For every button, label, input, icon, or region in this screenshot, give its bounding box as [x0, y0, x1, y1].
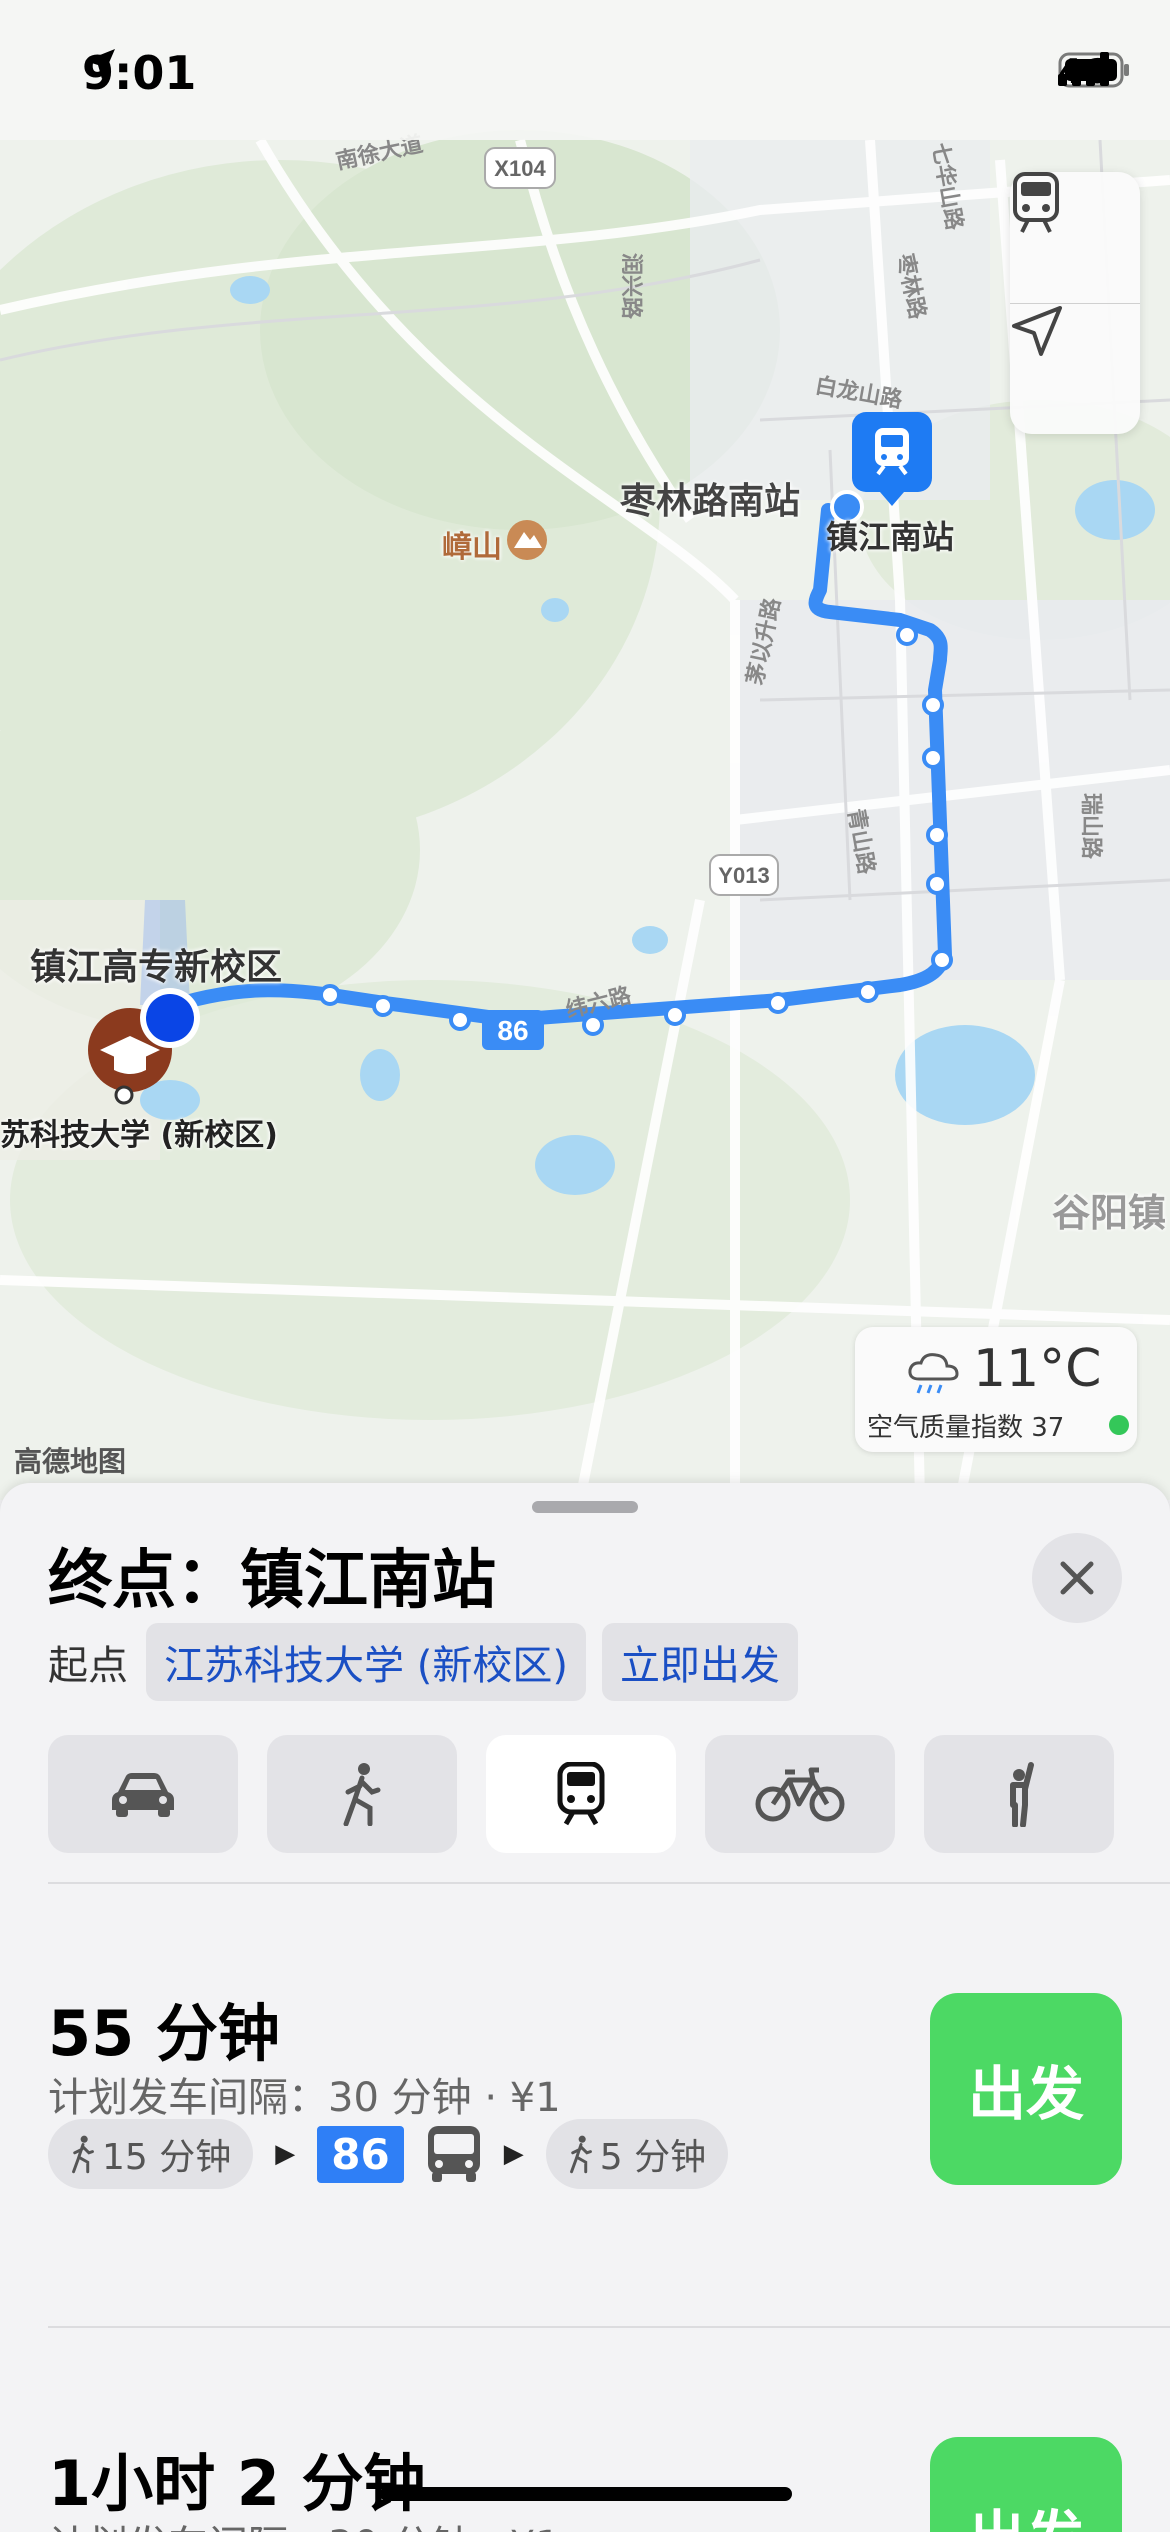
car-icon	[112, 1773, 174, 1817]
status-time: 9:01	[82, 46, 196, 100]
map-label-jiangsu-keji[interactable]: 苏科技大学 (新校区)	[0, 1110, 278, 1154]
depart-time-chip[interactable]: 立即出发	[601, 1623, 798, 1701]
map-label-guyang[interactable]: 谷阳镇	[1052, 1182, 1166, 1237]
travel-mode-selector	[48, 1735, 1114, 1853]
mode-cycle-button[interactable]	[705, 1735, 895, 1853]
battery-icon	[1058, 52, 1130, 88]
y013-shield: Y013	[718, 863, 769, 888]
aqi-status-dot	[1109, 1415, 1129, 1435]
walk-step-after: 5 分钟	[545, 2119, 729, 2189]
walk-step-before: 15 分钟	[48, 2119, 254, 2189]
directions-sheet: 终点：镇江南站 起点 江苏科技大学 (新校区) 立即出发 55 分钟 计划发车间…	[0, 1483, 1170, 2532]
walk-after-duration: 5 分钟	[599, 2137, 707, 2178]
route-bus-badge-label: 86	[497, 1015, 528, 1046]
map-label-runxing-road: 润兴路	[618, 252, 644, 320]
weather-aqi: 空气质量指数 37	[867, 1413, 1065, 1443]
map-canvas[interactable]: 86 X104 Y013	[0, 0, 1170, 1500]
map-label-ruishan-road: 瑞山路	[1078, 792, 1104, 860]
mode-ride-hail-button[interactable]	[924, 1735, 1114, 1853]
bus-line-badge: 86	[317, 2125, 404, 2183]
walk-before-duration: 15 分钟	[102, 2137, 232, 2178]
train-icon	[1013, 172, 1059, 233]
route-option[interactable]: 1小时 2 分钟 计划发车间隔：30 分钟 · ¥1 出发	[48, 2433, 1170, 2532]
map-controls	[1010, 172, 1140, 434]
close-button[interactable]	[1032, 1533, 1122, 1623]
bicycle-icon	[755, 1767, 845, 1822]
map-view[interactable]: 86 X104 Y013 枣林路南站 镇江南站 嶂山 镇江高专新校区 苏科技大学…	[0, 0, 1170, 1500]
location-arrow-icon	[85, 49, 115, 79]
map-label-zhenjiang-south[interactable]: 镇江南站	[826, 512, 954, 558]
step-arrow-icon: ▶	[503, 2139, 524, 2169]
origin-row: 起点 江苏科技大学 (新校区) 立即出发	[48, 1620, 798, 1704]
walking-icon	[72, 2135, 94, 2174]
weather-widget[interactable]: 11°C 空气质量指数 37	[855, 1327, 1137, 1452]
step-arrow-icon: ▶	[275, 2139, 296, 2169]
person-hailing-icon	[1010, 1762, 1034, 1827]
destination-title: 终点：镇江南站	[48, 1544, 496, 1618]
map-label-zhangshan[interactable]: 嶂山	[442, 522, 502, 566]
screen: 86 X104 Y013 枣林路南站 镇江南站 嶂山 镇江高专新校区 苏科技大学…	[0, 0, 1170, 2532]
route-subtitle: 计划发车间隔：30 分钟 · ¥1	[48, 2513, 561, 2532]
map-provider-logo: 高德地图	[14, 1445, 127, 1478]
route-duration: 1小时 2 分钟	[48, 2447, 426, 2520]
mode-transit-button[interactable]	[486, 1735, 676, 1853]
walking-icon	[569, 2135, 592, 2174]
origin-label: 起点	[48, 1643, 128, 1689]
weather-temperature: 11°C	[973, 1339, 1102, 1399]
go-button[interactable]: 出发	[930, 2437, 1122, 2532]
walking-icon	[343, 1763, 381, 1826]
status-bar: 9:01 4G	[0, 0, 1170, 140]
mode-walk-button[interactable]	[267, 1735, 457, 1853]
bus-icon	[427, 2126, 480, 2182]
transit-layer-button[interactable]	[1010, 172, 1140, 302]
x104-shield: X104	[494, 156, 546, 181]
route-subtitle: 计划发车间隔：30 分钟 · ¥1	[48, 2075, 561, 2121]
cloud-rain-icon	[908, 1353, 959, 1394]
map-label-zaolin-south[interactable]: 枣林路南站	[620, 472, 800, 524]
close-icon	[1060, 1561, 1094, 1595]
go-button[interactable]: 出发	[930, 1993, 1122, 2185]
divider	[48, 1882, 1170, 1884]
mode-drive-button[interactable]	[48, 1735, 238, 1853]
route-steps: 15 分钟 ▶ 86 ▶ 5 分钟	[48, 2119, 729, 2189]
train-icon	[557, 1762, 605, 1826]
mountain-icon	[507, 520, 547, 560]
route-option[interactable]: 55 分钟 计划发车间隔：30 分钟 · ¥1 15 分钟 ▶ 86 ▶ 5 分…	[48, 1983, 1170, 2243]
sheet-grabber[interactable]	[532, 1501, 638, 1513]
divider	[48, 2326, 1170, 2328]
status-right: 4G	[1058, 52, 1130, 92]
route-duration: 55 分钟	[48, 1997, 280, 2070]
home-indicator[interactable]	[380, 2487, 792, 2501]
locate-me-button[interactable]	[1010, 304, 1140, 434]
origin-chip[interactable]: 江苏科技大学 (新校区)	[146, 1623, 586, 1701]
map-label-zhenjiang-gaozhuan[interactable]: 镇江高专新校区	[30, 938, 282, 990]
location-arrow-icon	[1012, 306, 1062, 356]
